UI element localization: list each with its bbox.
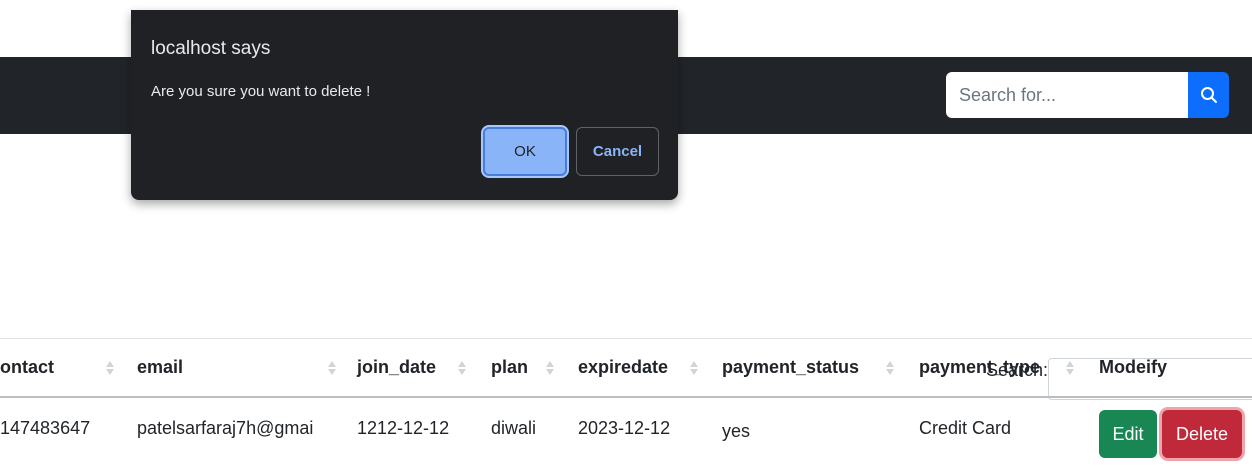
column-header-email[interactable]: email (137, 357, 183, 378)
column-header-payment-type[interactable]: payment_type (919, 357, 1040, 378)
navbar-search-button[interactable] (1188, 72, 1229, 118)
table-header-row: ontact email join_date plan expiredate p… (0, 338, 1252, 398)
dialog-title: localhost says (151, 38, 271, 59)
column-header-contact[interactable]: ontact (0, 357, 54, 378)
column-header-join-date[interactable]: join_date (357, 357, 436, 378)
sort-icon[interactable] (328, 360, 336, 376)
column-header-modify: Modeify (1099, 357, 1168, 377)
sort-icon[interactable] (106, 360, 114, 376)
cancel-button[interactable]: Cancel (576, 127, 659, 176)
column-header-expiredate[interactable]: expiredate (578, 357, 668, 378)
ok-button[interactable]: OK (483, 127, 567, 176)
cell-email: patelsarfaraj7h@gmai (137, 418, 314, 438)
cell-payment-type: Credit Card (919, 418, 1012, 438)
cell-payment-status: yes (722, 421, 751, 441)
sort-icon[interactable] (458, 360, 466, 376)
navbar-search-group (946, 72, 1229, 118)
sort-icon[interactable] (690, 360, 698, 376)
cell-join-date: 1212-12-12 (357, 418, 450, 438)
cell-expiredate: 2023-12-12 (578, 418, 671, 438)
delete-button[interactable]: Delete (1162, 410, 1242, 458)
navbar-search-input[interactable] (946, 72, 1188, 118)
cell-contact: 147483647 (0, 418, 91, 438)
sort-icon[interactable] (886, 360, 894, 376)
table-row: 147483647 patelsarfaraj7h@gmai 1212-12-1… (0, 399, 1252, 467)
sort-icon[interactable] (1066, 360, 1074, 376)
column-header-payment-status[interactable]: payment_status (722, 357, 859, 378)
dialog-message: Are you sure you want to delete ! (151, 83, 371, 100)
column-header-plan[interactable]: plan (491, 357, 528, 378)
edit-button[interactable]: Edit (1099, 410, 1157, 458)
cell-plan: diwali (491, 418, 537, 438)
sort-icon[interactable] (546, 360, 554, 376)
confirm-dialog: localhost says Are you sure you want to … (131, 10, 678, 200)
search-icon (1200, 87, 1217, 103)
